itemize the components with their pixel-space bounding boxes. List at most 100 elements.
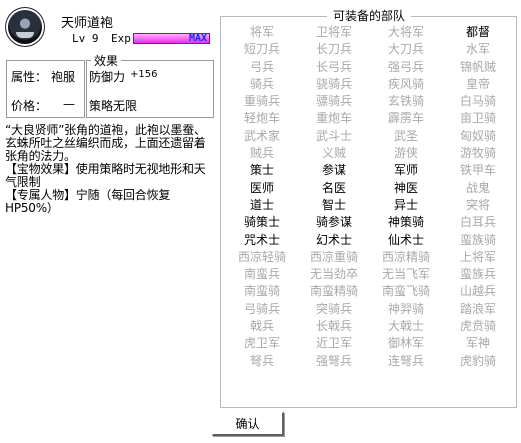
unit-item: 名医 bbox=[321, 180, 346, 195]
unit-grid: 将军 卫将军 大将军 都督短刀兵 长刀兵 大刀兵 水军弓兵 长弓兵 强弓兵 锦帆贼骑兵 骁骑兵 疾风骑… bbox=[226, 24, 516, 370]
unit-item: 蛮族骑 bbox=[459, 232, 496, 247]
unit-item: 御林军 bbox=[387, 336, 424, 351]
unit-item: 贼兵 bbox=[249, 146, 274, 161]
unit-item: 匈奴骑 bbox=[459, 128, 496, 143]
unit-item: 强弩兵 bbox=[315, 353, 352, 368]
unit-item: 战鬼 bbox=[465, 180, 490, 195]
unit-item: 铁甲车 bbox=[459, 163, 496, 178]
unit-item: 白马骑 bbox=[459, 94, 496, 109]
exp-max-label: MAX bbox=[188, 33, 207, 44]
unit-item: 武斗士 bbox=[315, 128, 352, 143]
unit-item: 疾风骑 bbox=[387, 76, 424, 91]
unit-item: 弩兵 bbox=[249, 353, 274, 368]
exp-bar: MAX bbox=[133, 33, 210, 44]
unit-item: 长戟兵 bbox=[315, 319, 352, 334]
unit-item: 智士 bbox=[321, 197, 346, 212]
equippable-units-title: 可装备的部队 bbox=[327, 7, 412, 24]
unit-item: 骑参谋 bbox=[315, 215, 352, 230]
exp-label: Exp bbox=[111, 32, 131, 45]
unit-item: 武术家 bbox=[243, 128, 280, 143]
unit-item: 强弓兵 bbox=[387, 59, 424, 74]
unit-item: 白耳兵 bbox=[459, 215, 496, 230]
unit-item: 策士 bbox=[249, 163, 274, 178]
unit-item: 突将 bbox=[465, 197, 490, 212]
price-label: 价格： bbox=[11, 99, 48, 113]
unit-item: 神羿骑 bbox=[387, 301, 424, 316]
item-level: Lv 9 bbox=[72, 32, 99, 45]
unit-item: 游侠 bbox=[393, 146, 418, 161]
unit-item: 幻术士 bbox=[315, 232, 352, 247]
item-description: “大良贤师”张角的道袍，此袍以墨蚕、玄蛛所吐之丝编织而成，上面还遗留着张角的法力… bbox=[5, 124, 215, 215]
unit-item: 军神 bbox=[465, 336, 490, 351]
unit-item: 无当劲卒 bbox=[309, 267, 358, 282]
unit-item: 神医 bbox=[393, 180, 418, 195]
unit-item: 上将军 bbox=[459, 249, 496, 264]
unit-item: 骠骑兵 bbox=[315, 94, 352, 109]
attribute-value: 袍服 bbox=[51, 70, 76, 84]
unit-item: 神策骑 bbox=[387, 215, 424, 230]
unit-item: 西凉精骑 bbox=[381, 249, 430, 264]
unit-item: 虎贲骑 bbox=[459, 319, 496, 334]
unit-item: 虎豹骑 bbox=[459, 353, 496, 368]
unit-item: 武圣 bbox=[393, 128, 418, 143]
unit-item: 大将军 bbox=[387, 25, 424, 39]
unit-item: 大刀兵 bbox=[387, 42, 424, 57]
unit-item: 骑兵 bbox=[249, 76, 274, 91]
unit-item: 骑策士 bbox=[243, 215, 280, 230]
unit-item: 突骑兵 bbox=[315, 301, 352, 316]
unit-item: 骁骑兵 bbox=[315, 76, 352, 91]
item-name: 天师道袍 bbox=[61, 16, 114, 31]
attribute-label: 属性： bbox=[11, 70, 48, 84]
unit-item: 长刀兵 bbox=[315, 42, 352, 57]
unit-item: 踏浪军 bbox=[459, 301, 496, 316]
unit-item: 道士 bbox=[249, 197, 274, 212]
unit-item: 蛮族兵 bbox=[459, 267, 496, 282]
unit-item: 玄铁骑 bbox=[387, 94, 424, 109]
unit-item: 山越兵 bbox=[459, 284, 496, 299]
price-value: — bbox=[63, 97, 75, 111]
treasure-effect-text: 【宝物效果】使用策略时无视地形和天气限制 bbox=[5, 162, 206, 189]
unit-item: 游牧骑 bbox=[459, 146, 496, 161]
unit-item: 弓兵 bbox=[249, 59, 274, 74]
unit-item: 近卫军 bbox=[315, 336, 352, 351]
unit-item: 西凉重骑 bbox=[309, 249, 358, 264]
unit-item: 皇帝 bbox=[465, 76, 490, 91]
unit-item: 重炮车 bbox=[315, 111, 352, 126]
unit-item: 长弓兵 bbox=[315, 59, 352, 74]
unit-item: 轻炮车 bbox=[243, 111, 280, 126]
unit-item: 无当飞军 bbox=[381, 267, 430, 282]
unit-item: 虎卫军 bbox=[243, 336, 280, 351]
unit-item: 异士 bbox=[393, 197, 418, 212]
unit-item: 水军 bbox=[465, 42, 490, 57]
defense-label: 防御力 bbox=[89, 70, 126, 84]
unit-item: 军师 bbox=[393, 163, 418, 178]
unit-item: 短刀兵 bbox=[243, 42, 280, 57]
unit-item: 医师 bbox=[249, 180, 274, 195]
unit-item: 西凉轻骑 bbox=[237, 249, 286, 264]
confirm-button[interactable]: 确认 bbox=[212, 412, 284, 436]
unit-item: 义贼 bbox=[321, 146, 346, 161]
effect-special: 策略无限 bbox=[89, 99, 138, 113]
unit-item: 都督 bbox=[465, 25, 490, 39]
unit-item: 南蛮飞骑 bbox=[381, 284, 430, 299]
item-icon bbox=[8, 10, 42, 44]
unit-item: 将军 bbox=[249, 25, 274, 39]
exclusive-character-text: 【专属人物】宁随（每回合恢复HP50%） bbox=[5, 188, 171, 215]
unit-item: 亩卫骑 bbox=[459, 111, 496, 126]
unit-item: 大戟士 bbox=[387, 319, 424, 334]
unit-item: 参谋 bbox=[321, 163, 346, 178]
defense-value: +156 bbox=[130, 69, 158, 80]
unit-item: 重骑兵 bbox=[243, 94, 280, 109]
unit-item: 戟兵 bbox=[249, 319, 274, 334]
unit-item: 咒术士 bbox=[243, 232, 280, 247]
unit-item: 仙术士 bbox=[387, 232, 424, 247]
unit-item: 南蛮精骑 bbox=[309, 284, 358, 299]
unit-item: 连弩兵 bbox=[387, 353, 424, 368]
effect-title: 效果 bbox=[91, 52, 122, 69]
unit-item: 卫将军 bbox=[315, 25, 352, 39]
unit-item: 南蛮骑 bbox=[243, 284, 280, 299]
unit-item: 南蛮兵 bbox=[243, 267, 280, 282]
unit-item: 弓骑兵 bbox=[243, 301, 280, 316]
unit-item: 锦帆贼 bbox=[459, 59, 496, 74]
unit-item: 霹雳车 bbox=[387, 111, 424, 126]
